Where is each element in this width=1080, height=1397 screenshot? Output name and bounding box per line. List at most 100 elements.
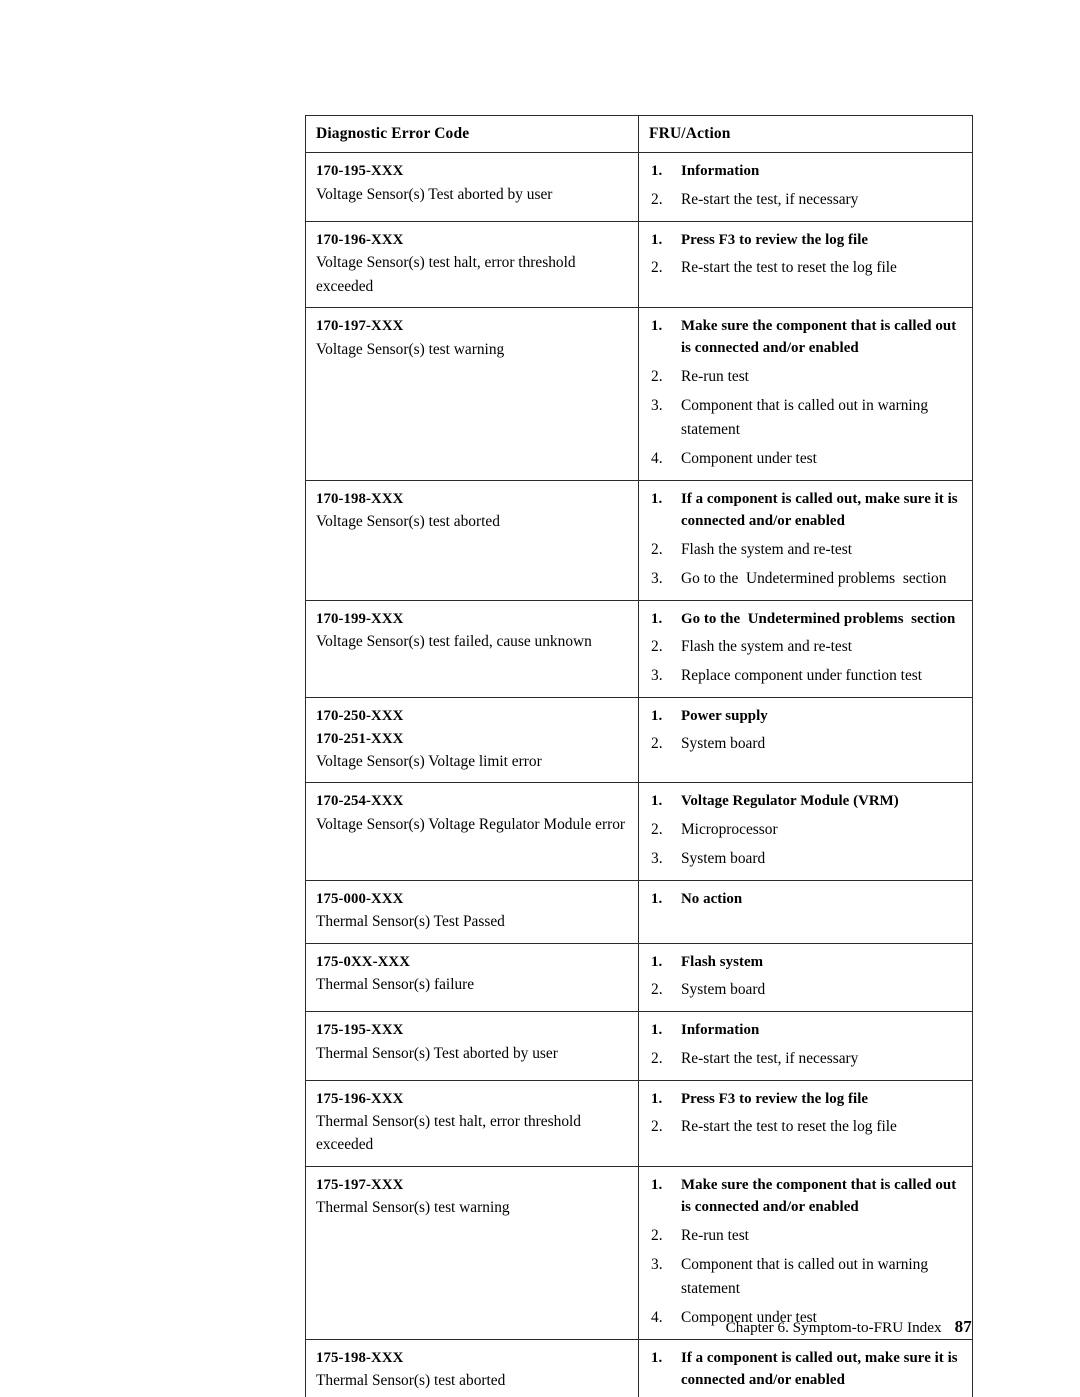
- fru-action-text: Flash the system and re-test: [681, 540, 852, 558]
- fru-action-text: Flash the system and re-test: [681, 638, 852, 656]
- fru-action-text: System board: [681, 735, 766, 753]
- error-code-text: 170-198-XXX: [316, 490, 404, 507]
- error-code-description: Voltage Sensor(s) Voltage Regulator Modu…: [316, 815, 626, 833]
- footer-chapter-label: Chapter 6. Symptom-to-FRU Index: [725, 1319, 942, 1336]
- fru-action-text: Re-run test: [681, 1226, 749, 1244]
- fru-action-cell: Flash system System board: [638, 942, 973, 1013]
- fru-action-list: Press F3 to review the log file Re-start …: [649, 229, 964, 280]
- fru-action-item: Component that is called out in warning …: [649, 1253, 964, 1301]
- fru-action-item: Component under test: [649, 447, 964, 471]
- fru-action-text: System board: [681, 849, 766, 867]
- error-code-description: Thermal Sensor(s) test aborted: [316, 1372, 506, 1390]
- fru-action-item: Press F3 to review the log file: [649, 1088, 964, 1111]
- error-code-description: Voltage Sensor(s) test warning: [316, 340, 505, 358]
- diagnostic-error-code-cell: 170-197-XXX Voltage Sensor(s) test warnin…: [305, 307, 639, 481]
- fru-action-text: System board: [681, 981, 766, 999]
- table-header-row: Diagnostic Error Code FRU/Action: [305, 114, 973, 154]
- error-code-text: 175-195-XXX: [316, 1022, 404, 1039]
- error-code-description: Thermal Sensor(s) test warning: [316, 1199, 510, 1217]
- fru-action-item: Flash the system and re-test: [649, 635, 964, 659]
- table-row: 175-197-XXX Thermal Sensor(s) test warnin…: [305, 1165, 973, 1340]
- error-code-description: Voltage Sensor(s) test failed, cause unk…: [316, 633, 592, 651]
- fru-action-text: Make sure the component that is called o…: [681, 1176, 961, 1216]
- fru-action-list: Power supply System board: [649, 705, 964, 756]
- diagnostic-error-code-cell: 175-198-XXX Thermal Sensor(s) test aborte…: [305, 1338, 639, 1397]
- fru-action-text: Power supply: [681, 708, 768, 725]
- error-code-text: 175-000-XXX: [316, 890, 404, 907]
- table-row: 170-254-XXX Voltage Sensor(s) Voltage Reg…: [305, 782, 973, 881]
- fru-action-cell: Press F3 to review the log file Re-start …: [638, 220, 973, 309]
- table-row: 175-198-XXX Thermal Sensor(s) test aborte…: [305, 1338, 973, 1397]
- diagnostic-error-code-cell: 175-000-XXX Thermal Sensor(s) Test Passed: [305, 879, 639, 944]
- fru-action-item: Microprocessor: [649, 818, 964, 842]
- fru-action-item: Power supply: [649, 705, 964, 728]
- fru-action-item: Flash the system and re-test: [649, 538, 964, 562]
- fru-action-text: Component under test: [681, 449, 817, 467]
- error-code-description: Thermal Sensor(s) Test Passed: [316, 913, 505, 931]
- fru-action-item: Make sure the component that is called o…: [649, 315, 964, 360]
- fru-action-list: Make sure the component that is called o…: [649, 1174, 964, 1330]
- fru-action-item: Re-start the test to reset the log file: [649, 256, 964, 280]
- error-code-text: 170-197-XXX: [316, 318, 404, 335]
- diagnostic-error-code-cell: 175-0XX-XXX Thermal Sensor(s) failure: [305, 942, 639, 1013]
- table-row: 170-195-XXX Voltage Sensor(s) Test aborte…: [305, 152, 973, 222]
- fru-action-item: Flash system: [649, 951, 964, 974]
- fru-action-text: If a component is called out, make sure …: [681, 490, 962, 530]
- column-header-diagnostic-error-code: Diagnostic Error Code: [305, 114, 639, 154]
- fru-action-list: If a component is called out, make sure …: [649, 488, 964, 591]
- column-header-fru-action: FRU/Action: [638, 114, 973, 154]
- fru-action-item: Go to the Undetermined problems section: [649, 608, 964, 631]
- fru-action-item: Re-run test: [649, 365, 964, 389]
- fru-action-text: Re-start the test, if necessary: [681, 1049, 859, 1067]
- fru-action-text: Press F3 to review the log file: [681, 1090, 869, 1107]
- error-code-text: 175-197-XXX: [316, 1176, 404, 1193]
- fru-action-cell: Make sure the component that is called o…: [638, 307, 973, 481]
- error-code-description: Voltage Sensor(s) test halt, error thres…: [316, 254, 576, 295]
- fru-action-text: Component that is called out in warning …: [681, 1255, 932, 1297]
- fru-action-text: Information: [681, 163, 760, 180]
- fru-action-cell: Make sure the component that is called o…: [638, 1165, 973, 1340]
- diagnostic-error-code-cell: 170-198-XXX Voltage Sensor(s) test aborte…: [305, 479, 639, 601]
- diagnostic-error-code-cell: 175-197-XXX Thermal Sensor(s) test warnin…: [305, 1165, 639, 1340]
- table-row: 175-196-XXX Thermal Sensor(s) test halt, …: [305, 1079, 973, 1167]
- error-code-text: 175-198-XXX: [316, 1349, 404, 1366]
- fru-action-text: Replace component under function test: [681, 667, 923, 685]
- fru-action-cell: Information Re-start the test, if necessa…: [638, 152, 973, 222]
- fru-action-item: Re-start the test to reset the log file: [649, 1115, 964, 1139]
- table-row: 170-250-XXX 170-251-XXX Voltage Sensor(s) …: [305, 697, 973, 784]
- fru-action-text: Re-start the test to reset the log file: [681, 259, 897, 277]
- fru-action-cell: Press F3 to review the log file Re-start …: [638, 1079, 973, 1167]
- fru-action-item: No action: [649, 888, 964, 911]
- diagnostic-error-code-cell: 170-250-XXX 170-251-XXX Voltage Sensor(s) …: [305, 697, 639, 784]
- table-header: Diagnostic Error Code FRU/Action: [305, 114, 973, 154]
- diagnostic-error-code-cell: 175-195-XXX Thermal Sensor(s) Test aborte…: [305, 1011, 639, 1081]
- fru-action-item: Component that is called out in warning …: [649, 394, 964, 442]
- symptom-to-fru-table: Diagnostic Error Code FRU/Action 170-195…: [305, 114, 973, 1397]
- fru-action-text: Go to the Undetermined problems section: [681, 610, 956, 627]
- fru-action-item: If a component is called out, make sure …: [649, 1347, 964, 1392]
- fru-action-item: System board: [649, 732, 964, 756]
- error-code-description: Thermal Sensor(s) failure: [316, 976, 475, 994]
- error-code-text: 170-195-XXX: [316, 163, 404, 180]
- page-footer: Chapter 6. Symptom-to-FRU Index 87: [0, 1317, 972, 1337]
- document-page: Diagnostic Error Code FRU/Action 170-195…: [0, 0, 1080, 1397]
- fru-action-list: Press F3 to review the log file Re-start …: [649, 1088, 964, 1139]
- table-body: 170-195-XXX Voltage Sensor(s) Test aborte…: [305, 152, 973, 1397]
- fru-action-text: Component that is called out in warning …: [681, 396, 932, 438]
- fru-action-cell: If a component is called out, make sure …: [638, 479, 973, 601]
- table-row: 170-198-XXX Voltage Sensor(s) test aborte…: [305, 479, 973, 601]
- footer-page-number: 87: [954, 1317, 972, 1336]
- fru-action-item: System board: [649, 978, 964, 1002]
- fru-action-text: Flash system: [681, 953, 764, 970]
- fru-action-text: Re-start the test, if necessary: [681, 190, 859, 208]
- fru-action-text: Voltage Regulator Module (VRM): [681, 793, 899, 810]
- fru-action-text: Make sure the component that is called o…: [681, 318, 961, 357]
- fru-action-list: Information Re-start the test, if necessa…: [649, 160, 964, 211]
- fru-action-cell: Voltage Regulator Module (VRM) Microproce…: [638, 782, 973, 881]
- fru-action-text: Re-run test: [681, 367, 749, 385]
- fru-action-item: Re-start the test, if necessary: [649, 188, 964, 212]
- fru-action-item: System board: [649, 847, 964, 871]
- fru-action-list: Voltage Regulator Module (VRM) Microproce…: [649, 790, 964, 870]
- error-code-description: Voltage Sensor(s) test aborted: [316, 513, 500, 531]
- diagnostic-error-code-cell: 170-199-XXX Voltage Sensor(s) test failed…: [305, 599, 639, 699]
